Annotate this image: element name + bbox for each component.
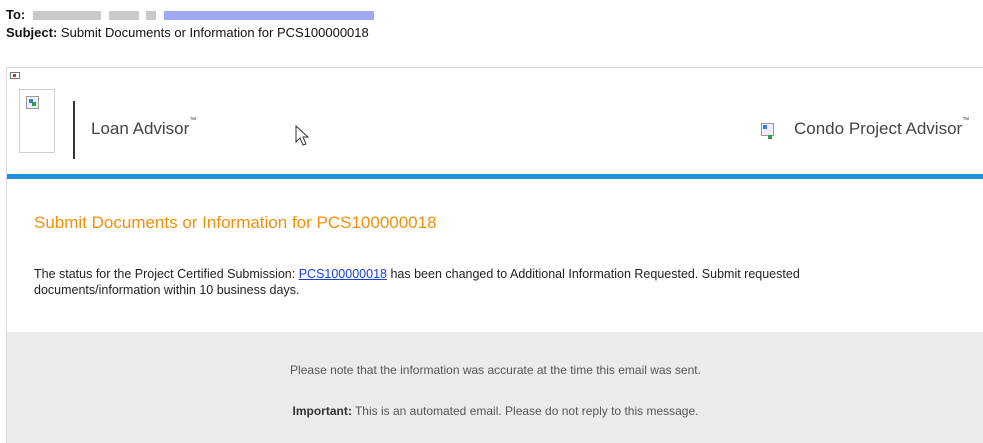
to-label: To: [6, 7, 26, 22]
loan-advisor-brand: Loan Advisor™ [91, 117, 197, 139]
important-label: Important: [292, 404, 352, 418]
brand-divider [73, 101, 75, 159]
message-body: The status for the Project Certified Sub… [34, 266, 894, 298]
redacted-recipient-email[interactable] [163, 11, 374, 21]
condo-project-advisor-brand: Condo Project Advisor™ [794, 117, 970, 139]
trademark-mark: ™ [962, 117, 970, 124]
loan-advisor-label: Loan Advisor [91, 119, 190, 138]
subject-line: Subject: Submit Documents or Information… [6, 25, 369, 41]
subject-text: Submit Documents or Information for PCS1… [60, 25, 369, 40]
email-body-frame: Loan Advisor™ Condo Project Advisor™ Sub… [6, 67, 983, 443]
header-accent-rule [7, 174, 983, 179]
message-text-before-link: The status for the Project Certified Sub… [34, 267, 299, 281]
condo-project-advisor-logo [761, 123, 774, 141]
accuracy-note: Please note that the information was acc… [290, 363, 701, 377]
important-text: This is an automated email. Please do no… [351, 404, 699, 418]
email-footer: Please note that the information was acc… [7, 332, 983, 443]
broken-image-icon [10, 72, 20, 79]
redacted-recipient-part [108, 11, 139, 21]
mouse-pointer-icon [295, 125, 310, 146]
loan-advisor-logo-box [19, 89, 55, 153]
broken-image-icon [761, 123, 774, 136]
trademark-mark: ™ [189, 117, 197, 124]
condo-project-advisor-label: Condo Project Advisor [794, 119, 963, 138]
submission-link[interactable]: PCS100000018 [299, 267, 387, 281]
redacted-recipient-part [146, 11, 157, 21]
message-heading: Submit Documents or Information for PCS1… [34, 213, 437, 232]
redacted-recipient-name [32, 11, 101, 21]
broken-image-icon [26, 96, 39, 109]
subject-label: Subject: [6, 25, 58, 40]
to-line: To: [6, 7, 374, 22]
brand-header: Loan Advisor™ Condo Project Advisor™ [7, 89, 983, 173]
automated-email-notice: Important: This is an automated email. P… [7, 404, 983, 418]
